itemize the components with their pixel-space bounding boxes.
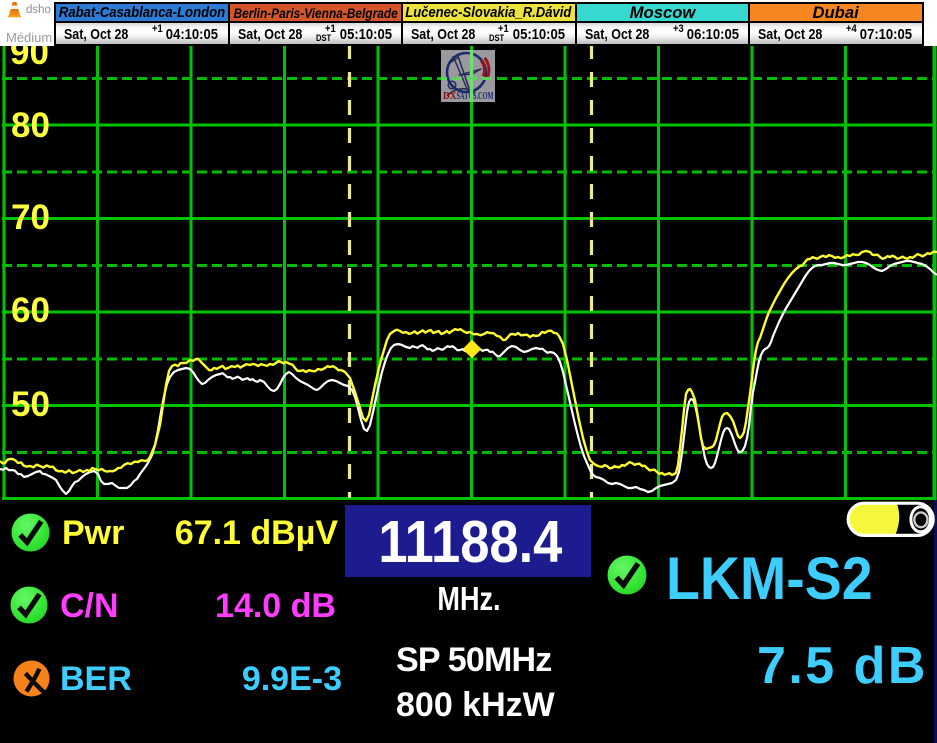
svg-text:50: 50 <box>11 385 50 424</box>
svg-text:DX: DX <box>443 91 457 102</box>
svg-text:SATCS.COM: SATCS.COM <box>457 91 494 102</box>
svg-text:60: 60 <box>11 291 50 330</box>
svg-text:70: 70 <box>11 198 50 237</box>
svg-text:80: 80 <box>11 106 50 145</box>
